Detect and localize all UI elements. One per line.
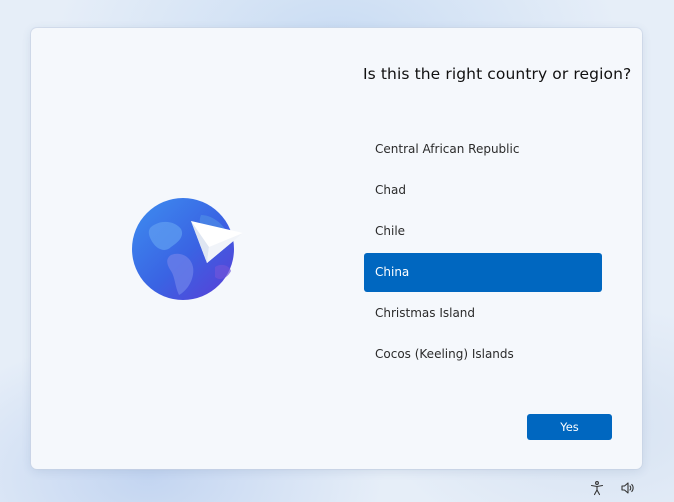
list-item-central-african-republic[interactable]: Central African Republic — [364, 130, 602, 169]
list-item-cocos-keeling-islands[interactable]: Cocos (Keeling) Islands — [364, 335, 602, 374]
country-list[interactable]: Central African Republic Chad Chile Chin… — [364, 130, 602, 376]
page-title: Is this the right country or region? — [363, 65, 632, 83]
list-item-christmas-island[interactable]: Christmas Island — [364, 294, 602, 333]
setup-card: Is this the right country or region? Cen… — [31, 28, 642, 469]
volume-icon[interactable] — [620, 480, 636, 496]
list-item-chile[interactable]: Chile — [364, 212, 602, 251]
globe-paper-plane-icon — [131, 191, 243, 303]
accessibility-icon[interactable] — [589, 480, 605, 496]
list-item-chad[interactable]: Chad — [364, 171, 602, 210]
yes-button[interactable]: Yes — [527, 414, 612, 440]
list-item-china[interactable]: China — [364, 253, 602, 292]
